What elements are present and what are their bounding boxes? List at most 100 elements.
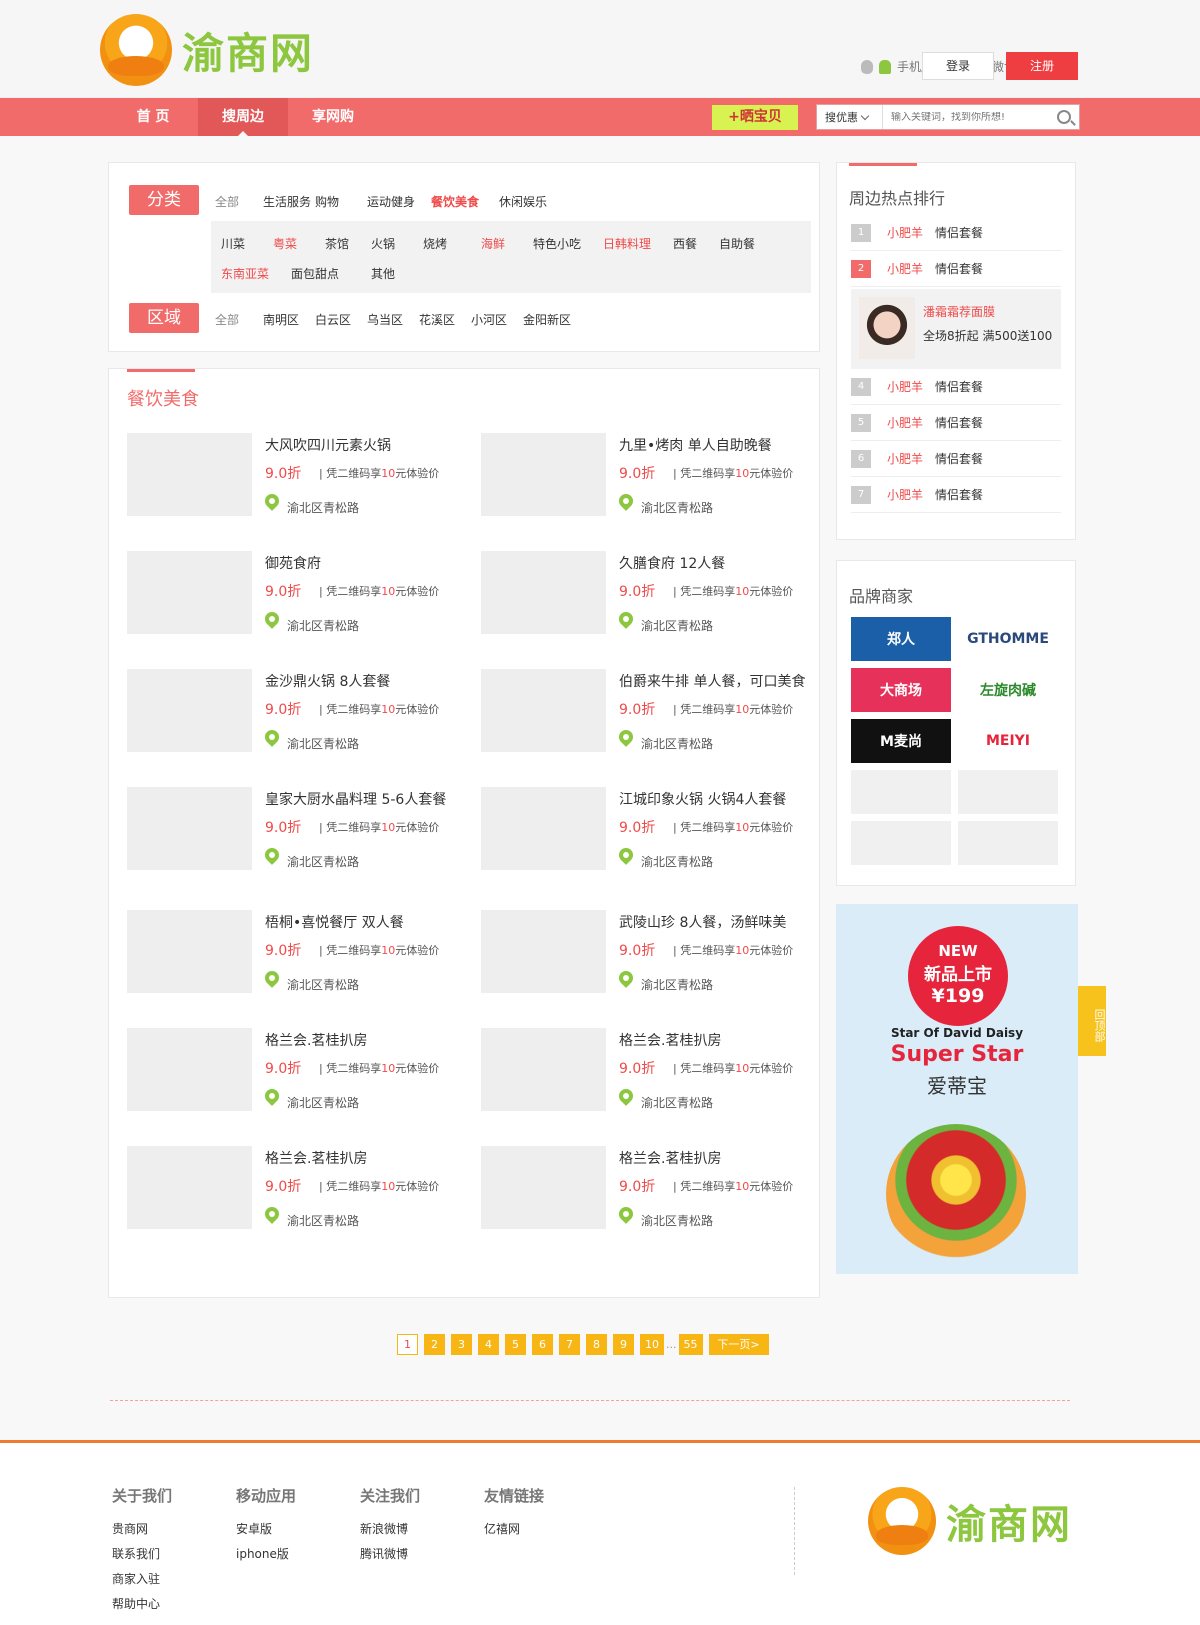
brand-logo[interactable]: 大商场 xyxy=(851,668,951,712)
footer-logo[interactable]: 渝商网 xyxy=(868,1487,1072,1555)
ranking-feature[interactable]: 潘霜霜荐面膜 全场8折起 满500送100 xyxy=(851,289,1061,369)
category-item[interactable]: 生活服务 xyxy=(263,193,311,210)
brand-label: 大商场 xyxy=(880,683,922,699)
deal-card[interactable]: 金沙鼎火锅 8人套餐 9.0折 | 凭二维码享10元体验价 渝北区青松路 xyxy=(127,669,467,759)
page-button[interactable]: 7 xyxy=(559,1334,580,1355)
footer-link[interactable]: iphone版 xyxy=(236,1545,296,1562)
deal-card[interactable]: 御苑食府 9.0折 | 凭二维码享10元体验价 渝北区青松路 xyxy=(127,551,467,641)
brand-placeholder[interactable] xyxy=(958,821,1058,865)
register-button[interactable]: 注册 xyxy=(1006,52,1078,80)
page-button[interactable]: 9 xyxy=(613,1334,634,1355)
ranking-row[interactable]: 2 小肥羊 情侣套餐 xyxy=(851,251,1061,287)
next-page-button[interactable]: 下一页> xyxy=(708,1334,769,1355)
page-button[interactable]: 6 xyxy=(532,1334,553,1355)
region-item[interactable]: 南明区 xyxy=(263,311,299,328)
region-item[interactable]: 白云区 xyxy=(315,311,351,328)
footer-link[interactable]: 腾讯微博 xyxy=(360,1545,420,1562)
location-pin-icon xyxy=(616,1204,636,1224)
subcategory-item[interactable]: 粤菜 xyxy=(273,235,297,252)
pagination: 1 2 3 4 5 6 7 8 9 10... 55 下一页> xyxy=(397,1334,769,1355)
subcategory-item[interactable]: 烧烤 xyxy=(423,235,447,252)
subcategory-item[interactable]: 海鲜 xyxy=(481,235,505,252)
brand-placeholder[interactable] xyxy=(851,770,951,814)
page-button[interactable]: 10 xyxy=(640,1334,664,1355)
add-item-button[interactable]: +晒宝贝 xyxy=(712,105,798,130)
subcategory-item[interactable]: 东南亚菜 xyxy=(221,265,269,282)
footer-link[interactable]: 安卓版 xyxy=(236,1520,296,1537)
back-to-top-button[interactable]: 回顶部 xyxy=(1078,986,1106,1056)
deal-card[interactable]: 武陵山珍 8人餐，汤鲜味美 9.0折 | 凭二维码享10元体验价 渝北区青松路 xyxy=(481,910,821,1000)
deal-card[interactable]: 格兰会.茗桂扒房 9.0折 | 凭二维码享10元体验价 渝北区青松路 xyxy=(127,1028,467,1118)
deal-card[interactable]: 皇家大厨水晶料理 5-6人套餐 9.0折 | 凭二维码享10元体验价 渝北区青松路 xyxy=(127,787,467,877)
page-button[interactable]: 4 xyxy=(478,1334,499,1355)
category-item[interactable]: 休闲娱乐 xyxy=(499,193,547,210)
category-item[interactable]: 购物 xyxy=(315,193,339,210)
brand-logo[interactable]: 左旋肉碱 xyxy=(958,668,1058,712)
region-item[interactable]: 金阳新区 xyxy=(523,311,571,328)
page-button[interactable]: 2 xyxy=(424,1334,445,1355)
footer-link[interactable]: 商家入驻 xyxy=(112,1570,172,1587)
page-button[interactable]: 1 xyxy=(397,1334,418,1355)
subcategory-item[interactable]: 特色小吃 xyxy=(533,235,581,252)
deal-desc-prefix: | 凭二维码享 xyxy=(319,821,382,834)
page-button[interactable]: 8 xyxy=(586,1334,607,1355)
subcategory-item[interactable]: 茶馆 xyxy=(325,235,349,252)
deal-desc-num: 10 xyxy=(735,585,750,598)
login-button[interactable]: 登录 xyxy=(922,52,994,80)
brand-logo[interactable]: 郑人 xyxy=(851,617,951,661)
region-item[interactable]: 花溪区 xyxy=(419,311,455,328)
deal-name: 格兰会.茗桂扒房 xyxy=(265,1151,368,1167)
deal-card[interactable]: 江城印象火锅 火锅4人套餐 9.0折 | 凭二维码享10元体验价 渝北区青松路 xyxy=(481,787,821,877)
brand-placeholder[interactable] xyxy=(958,770,1058,814)
category-item[interactable]: 全部 xyxy=(215,193,239,210)
page-button[interactable]: 5 xyxy=(505,1334,526,1355)
region-item[interactable]: 小河区 xyxy=(471,311,507,328)
brand-placeholder[interactable] xyxy=(851,821,951,865)
ranking-row[interactable]: 1 小肥羊 情侣套餐 xyxy=(851,215,1061,251)
deal-location: 渝北区青松路 xyxy=(287,737,360,751)
site-logo[interactable]: 渝商网 xyxy=(100,14,314,86)
ranking-row[interactable]: 6 小肥羊 情侣套餐 xyxy=(851,441,1061,477)
region-item[interactable]: 乌当区 xyxy=(367,311,403,328)
subcategory-item[interactable]: 川菜 xyxy=(221,235,245,252)
subcategory-item[interactable]: 火锅 xyxy=(371,235,395,252)
nav-item[interactable]: 首 页 xyxy=(108,98,198,136)
subcategory-item[interactable]: 日韩料理 xyxy=(603,235,651,252)
subcategory-item[interactable]: 自助餐 xyxy=(719,235,755,252)
ranking-row[interactable]: 5 小肥羊 情侣套餐 xyxy=(851,405,1061,441)
nav-items: 首 页搜周边 享网购 xyxy=(108,98,378,136)
deal-card[interactable]: 伯爵来牛排 单人餐，可口美食 9.0折 | 凭二维码享10元体验价 渝北区青松路 xyxy=(481,669,821,759)
page-button-last[interactable]: 55 xyxy=(678,1334,703,1355)
category-item[interactable]: 餐饮美食 xyxy=(431,193,479,210)
footer-link[interactable]: 新浪微博 xyxy=(360,1520,420,1537)
footer-link[interactable]: 亿禧网 xyxy=(484,1520,544,1537)
footer-link[interactable]: 贵商网 xyxy=(112,1520,172,1537)
footer-link[interactable]: 帮助中心 xyxy=(112,1595,172,1612)
deal-card[interactable]: 九里•烤肉 单人自助晚餐 9.0折 | 凭二维码享10元体验价 渝北区青松路 xyxy=(481,433,821,523)
deal-card[interactable]: 格兰会.茗桂扒房 9.0折 | 凭二维码享10元体验价 渝北区青松路 xyxy=(481,1146,821,1236)
subcategory-item[interactable]: 西餐 xyxy=(673,235,697,252)
nav-item[interactable]: 搜周边 xyxy=(198,98,288,136)
page-button[interactable]: 3 xyxy=(451,1334,472,1355)
brand-logo[interactable]: GTHOMME xyxy=(958,617,1058,661)
ad-banner[interactable]: NEW 新品上市 ¥199 Star Of David Daisy Super … xyxy=(836,904,1078,1274)
brand-logo[interactable]: MEIYI xyxy=(958,719,1058,763)
deal-card[interactable]: 久膳食府 12人餐 9.0折 | 凭二维码享10元体验价 渝北区青松路 xyxy=(481,551,821,641)
search-icon[interactable] xyxy=(1057,110,1071,124)
subcategory-item[interactable]: 面包甜点 xyxy=(291,265,339,282)
deal-card[interactable]: 格兰会.茗桂扒房 9.0折 | 凭二维码享10元体验价 渝北区青松路 xyxy=(127,1146,467,1236)
subcategory-item[interactable]: 其他 xyxy=(371,265,395,282)
brand-logo[interactable]: M麦尚 xyxy=(851,719,951,763)
category-item[interactable]: 运动健身 xyxy=(367,193,415,210)
search-input[interactable] xyxy=(883,111,1057,123)
search-type-select[interactable]: 搜优惠 xyxy=(817,105,883,129)
nav-item[interactable]: 享网购 xyxy=(288,98,378,136)
deal-card[interactable]: 大风吹四川元素火锅 9.0折 | 凭二维码享10元体验价 渝北区青松路 xyxy=(127,433,467,523)
deal-card[interactable]: 梧桐•喜悦餐厅 双人餐 9.0折 | 凭二维码享10元体验价 渝北区青松路 xyxy=(127,910,467,1000)
ranking-row[interactable]: 4 小肥羊 情侣套餐 xyxy=(851,369,1061,405)
deal-location: 渝北区青松路 xyxy=(287,855,360,869)
region-item[interactable]: 全部 xyxy=(215,311,239,328)
deal-card[interactable]: 格兰会.茗桂扒房 9.0折 | 凭二维码享10元体验价 渝北区青松路 xyxy=(481,1028,821,1118)
footer-link[interactable]: 联系我们 xyxy=(112,1545,172,1562)
ranking-row[interactable]: 7 小肥羊 情侣套餐 xyxy=(851,477,1061,513)
